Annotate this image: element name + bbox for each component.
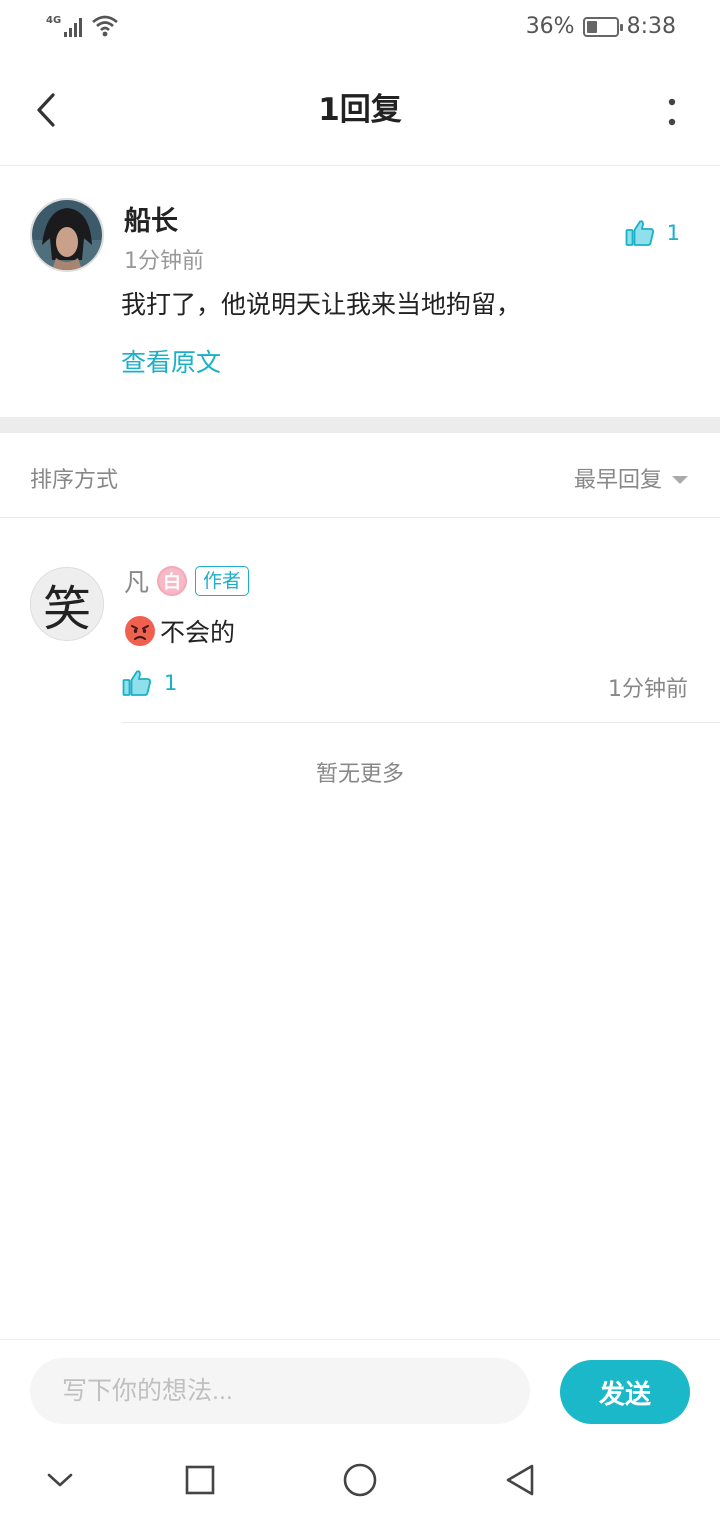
- signal-icon: [64, 18, 83, 37]
- reply-like-button[interactable]: 1: [122, 669, 177, 697]
- like-count: 1: [164, 671, 178, 695]
- author-tag: 作者: [195, 566, 250, 596]
- divider: [122, 722, 720, 723]
- section-divider: [0, 417, 720, 433]
- avatar-text: 笑: [42, 581, 91, 637]
- thumbs-up-icon: [625, 220, 654, 246]
- sort-dropdown[interactable]: 最早回复: [574, 462, 688, 494]
- no-more-label: 暂无更多: [315, 762, 404, 787]
- comment-input[interactable]: [30, 1358, 530, 1424]
- nav-home-button[interactable]: [340, 1460, 380, 1500]
- avatar[interactable]: [30, 198, 104, 272]
- comment-input-bar: 发送: [0, 1339, 720, 1439]
- sort-label: 排序方式: [30, 468, 119, 493]
- more-button[interactable]: [660, 92, 684, 132]
- status-right: 36% 8:38: [526, 14, 676, 39]
- network-type: 4G: [46, 15, 62, 26]
- system-nav-bar: [0, 1440, 720, 1520]
- page-title: 1回复: [318, 92, 402, 128]
- send-button[interactable]: 发送: [560, 1360, 690, 1424]
- caret-down-icon: [672, 475, 688, 484]
- status-left: 4G: [46, 14, 119, 38]
- chevron-down-icon: [47, 1473, 73, 1487]
- comment-like-button[interactable]: 1: [625, 219, 680, 247]
- header: 1回复: [0, 56, 720, 166]
- reply-text: 不会的: [124, 613, 235, 649]
- battery-percent: 36%: [525, 14, 575, 39]
- view-original-link[interactable]: 查看原文: [121, 343, 221, 379]
- sort-row: 排序方式 最早回复: [0, 433, 720, 518]
- sort-value: 最早回复: [573, 468, 662, 493]
- thumbs-up-icon: [122, 670, 151, 696]
- square-icon: [185, 1465, 215, 1495]
- nav-down-button[interactable]: [40, 1460, 80, 1500]
- triangle-back-icon: [506, 1464, 534, 1496]
- comment-time: 1分钟前: [124, 249, 204, 274]
- reply-header: 凡 白 作者: [124, 563, 250, 599]
- reply-text-content: 不会的: [160, 618, 236, 647]
- original-comment: 船长 1分钟前 我打了，他说明天让我来当地拘留， 查看原文 1: [0, 167, 720, 417]
- comment-text: 我打了，他说明天让我来当地拘留，: [121, 290, 522, 319]
- nav-recents-button[interactable]: [180, 1460, 220, 1500]
- like-count: 1: [666, 221, 680, 245]
- avatar[interactable]: 笑: [30, 567, 104, 641]
- reply-author[interactable]: 凡: [124, 563, 149, 599]
- level-badge: 白: [157, 566, 188, 596]
- battery-icon: [582, 16, 623, 37]
- comment-author[interactable]: 船长: [124, 199, 178, 238]
- reply-item: 笑 凡 白 作者 不会的 1 1分钟前: [0, 519, 720, 723]
- nav-back-button[interactable]: [500, 1460, 540, 1500]
- clock: 8:38: [626, 14, 676, 39]
- circle-icon: [343, 1463, 377, 1497]
- more-vertical-icon: [668, 98, 676, 126]
- wifi-icon: [92, 15, 119, 37]
- reply-time: 1分钟前: [608, 677, 688, 702]
- status-bar: 4G 36% 8:38: [0, 0, 720, 56]
- avatar-image: [32, 200, 102, 270]
- angry-face-icon: [125, 616, 155, 646]
